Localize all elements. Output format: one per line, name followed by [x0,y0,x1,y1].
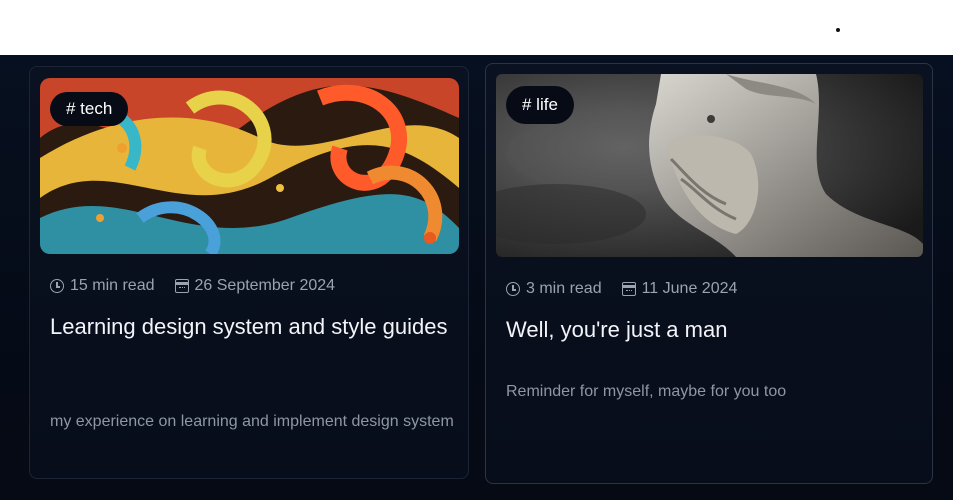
calendar-icon [621,282,636,296]
post-card-life[interactable]: # life 3 min read 11 June 2024 Well, you… [485,63,933,484]
top-bar [0,0,953,55]
alarm-clock-icon [506,282,520,296]
alarm-clock-icon [50,279,64,293]
tag-label: # life [522,95,558,114]
dot-indicator [836,28,840,32]
calendar-icon [174,279,189,293]
post-date: 26 September 2024 [194,277,336,294]
read-time: 3 min read [526,280,602,297]
post-thumbnail[interactable]: # life [496,74,923,257]
post-card-tech[interactable]: # tech 15 min read 26 September 2024 Lea… [29,66,469,479]
post-date: 11 June 2024 [641,280,738,297]
post-meta: 15 min read 26 September 2024 [50,277,335,295]
post-description: my experience on learning and implement … [50,413,454,430]
post-thumbnail[interactable]: # tech [40,78,459,254]
post-meta: 3 min read 11 June 2024 [506,280,737,298]
post-description: Reminder for myself, maybe for you too [506,383,787,400]
tag-badge[interactable]: # tech [50,92,129,126]
tag-label: # tech [66,99,113,118]
tag-badge[interactable]: # life [506,86,574,124]
read-time: 15 min read [70,277,155,294]
blog-post-grid: # tech 15 min read 26 September 2024 Lea… [0,55,953,500]
post-title[interactable]: Well, you're just a man [506,312,906,347]
post-title[interactable]: Learning design system and style guides [50,309,450,344]
